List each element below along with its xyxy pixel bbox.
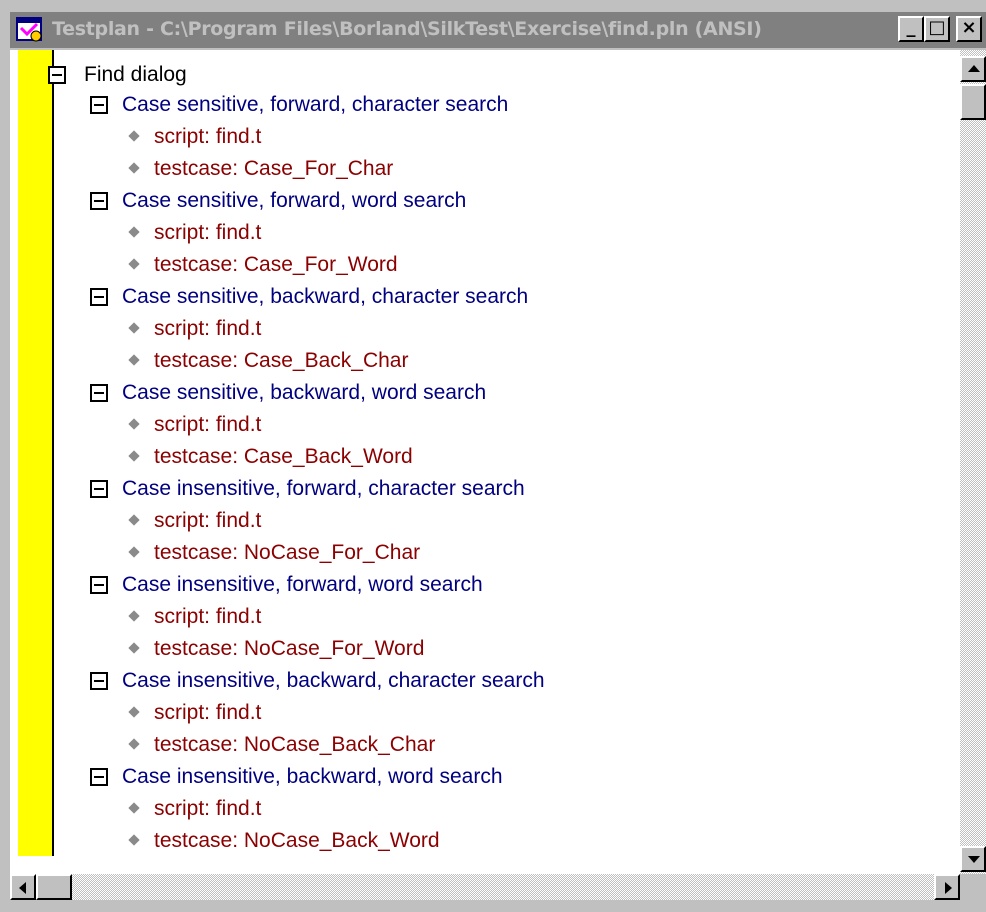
testcase-label: testcase: NoCase_For_Char bbox=[154, 541, 421, 564]
minimize-button[interactable]: _ bbox=[898, 16, 924, 42]
group-label: Case insensitive, backward, word search bbox=[122, 765, 503, 788]
collapse-icon[interactable] bbox=[90, 576, 108, 594]
bullet-diamond-icon bbox=[128, 514, 140, 526]
window-title: Testplan - C:\Program Files\Borland\Silk… bbox=[52, 18, 762, 40]
script-label: script: find.t bbox=[154, 797, 262, 820]
bullet-diamond-icon bbox=[128, 706, 140, 718]
group-label: Case insensitive, backward, character se… bbox=[122, 669, 545, 692]
group-label: Case sensitive, backward, word search bbox=[122, 381, 487, 404]
collapse-icon[interactable] bbox=[48, 66, 66, 84]
script-label: script: find.t bbox=[154, 317, 262, 340]
group-label: Case sensitive, forward, character searc… bbox=[122, 93, 509, 116]
arrow-up-icon bbox=[968, 65, 980, 72]
collapse-icon[interactable] bbox=[90, 672, 108, 690]
arrow-right-icon bbox=[945, 882, 952, 894]
root-label: Find dialog bbox=[84, 63, 187, 86]
script-label: script: find.t bbox=[154, 509, 262, 532]
bullet-diamond-icon bbox=[128, 738, 140, 750]
bullet-diamond-icon bbox=[128, 546, 140, 558]
group-label: Case sensitive, forward, word search bbox=[122, 189, 467, 212]
title-bar[interactable]: Testplan - C:\Program Files\Borland\Silk… bbox=[10, 12, 986, 48]
vertical-scroll-thumb[interactable] bbox=[960, 84, 986, 120]
bullet-diamond-icon bbox=[128, 354, 140, 366]
testplan-app-icon bbox=[16, 17, 42, 42]
scroll-up-button[interactable] bbox=[960, 56, 986, 82]
group-label: Case insensitive, forward, character sea… bbox=[122, 477, 525, 500]
collapse-icon[interactable] bbox=[90, 480, 108, 498]
group-label: Case insensitive, forward, word search bbox=[122, 573, 483, 596]
script-label: script: find.t bbox=[154, 413, 262, 436]
testcase-label: testcase: NoCase_Back_Char bbox=[154, 733, 436, 756]
script-label: script: find.t bbox=[154, 221, 262, 244]
scroll-down-button[interactable] bbox=[960, 846, 986, 872]
bullet-diamond-icon bbox=[128, 258, 140, 270]
bullet-diamond-icon bbox=[128, 226, 140, 238]
horizontal-scrollbar[interactable] bbox=[10, 874, 960, 900]
bullet-diamond-icon bbox=[128, 450, 140, 462]
bullet-diamond-icon bbox=[128, 162, 140, 174]
testcase-label: testcase: Case_Back_Word bbox=[154, 445, 413, 468]
maximize-button[interactable]: □ bbox=[924, 16, 950, 42]
collapse-icon[interactable] bbox=[90, 96, 108, 114]
script-label: script: find.t bbox=[154, 605, 262, 628]
testplan-window: Testplan - C:\Program Files\Borland\Silk… bbox=[0, 0, 986, 912]
collapse-icon[interactable] bbox=[90, 384, 108, 402]
bullet-diamond-icon bbox=[128, 610, 140, 622]
arrow-down-icon bbox=[968, 856, 980, 863]
bullet-diamond-icon bbox=[128, 642, 140, 654]
outline-gutter bbox=[18, 50, 54, 856]
resize-grip[interactable] bbox=[960, 874, 986, 900]
testcase-label: testcase: NoCase_For_Word bbox=[154, 637, 425, 660]
bullet-diamond-icon bbox=[128, 322, 140, 334]
scroll-right-button[interactable] bbox=[934, 874, 960, 900]
collapse-icon[interactable] bbox=[90, 192, 108, 210]
bullet-diamond-icon bbox=[128, 834, 140, 846]
bullet-diamond-icon bbox=[128, 130, 140, 142]
collapse-icon[interactable] bbox=[90, 768, 108, 786]
scroll-left-button[interactable] bbox=[10, 874, 36, 900]
collapse-icon[interactable] bbox=[90, 288, 108, 306]
window-bottom-border bbox=[0, 900, 986, 912]
horizontal-scroll-thumb[interactable] bbox=[36, 874, 72, 900]
testcase-label: testcase: Case_For_Word bbox=[154, 253, 398, 276]
bullet-diamond-icon bbox=[128, 802, 140, 814]
group-label: Case sensitive, backward, character sear… bbox=[122, 285, 529, 308]
vertical-scrollbar[interactable] bbox=[960, 50, 986, 874]
testcase-label: testcase: Case_For_Char bbox=[154, 157, 394, 180]
script-label: script: find.t bbox=[154, 125, 262, 148]
bullet-diamond-icon bbox=[128, 418, 140, 430]
script-label: script: find.t bbox=[154, 701, 262, 724]
testcase-label: testcase: Case_Back_Char bbox=[154, 349, 409, 372]
testplan-editor[interactable]: Find dialog Case sensitive, forward, cha… bbox=[10, 50, 960, 874]
testcase-label: testcase: NoCase_Back_Word bbox=[154, 829, 440, 852]
close-button[interactable]: × bbox=[956, 16, 982, 42]
arrow-left-icon bbox=[19, 882, 26, 894]
